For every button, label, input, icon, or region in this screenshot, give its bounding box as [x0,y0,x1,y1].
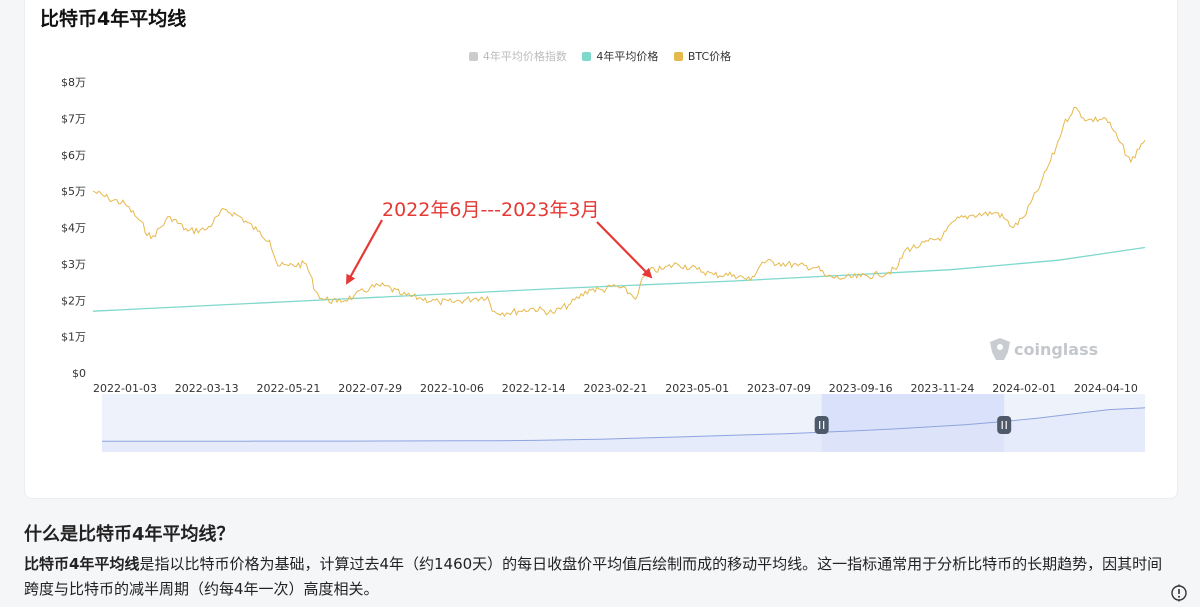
x-tick-label: 2022-03-13 [175,382,239,395]
x-tick-label: 2023-11-24 [910,382,974,395]
zoom-handle-right[interactable] [997,416,1012,434]
x-tick-label: 2022-07-29 [338,382,402,395]
y-axis: $0 $1万 $2万 $3万 $4万 $5万 $6万 $7万 $8万 [61,76,86,380]
series-line-btc [92,106,1146,318]
help-icon[interactable] [1170,584,1188,602]
zoom-handle-left[interactable] [814,416,829,434]
zoom-slider[interactable] [102,394,1146,452]
article-body: 是指以比特币价格为基础，计算过去4年（约1460天）的每日收盘价平均值后绘制而成… [24,555,1163,598]
y-tick-label: $6万 [61,149,86,162]
y-tick-label: $2万 [61,294,86,307]
y-tick-label: $5万 [61,185,86,198]
annotation-arrows [346,219,653,285]
annotation-arrow-right [596,221,653,279]
x-tick-label: 2023-07-09 [747,382,811,395]
x-tick-label: 2022-12-14 [502,382,566,395]
x-tick-label: 2022-10-06 [420,382,484,395]
y-tick-label: $3万 [61,258,86,271]
y-tick-label: $8万 [61,76,86,89]
watermark-text: coinglass [1014,340,1098,359]
series-line-4y-avg [92,246,1146,312]
x-tick-label: 2022-01-03 [93,382,157,395]
x-tick-label: 2022-05-21 [257,382,321,395]
x-tick-label: 2024-02-01 [992,382,1056,395]
y-tick-label: $7万 [61,112,86,125]
annotation-arrow-left [346,219,383,285]
coinglass-logo-icon [990,338,1010,360]
coinglass-watermark: coinglass [990,338,1098,360]
x-axis: 2022-01-03 2022-03-13 2022-05-21 2022-07-29… [93,382,1138,395]
y-tick-label: $0 [72,367,86,380]
article-term: 比特币4年平均线 [24,555,140,573]
annotation-label: 2022年6月---2023年3月 [382,199,599,221]
x-tick-label: 2024-04-10 [1074,382,1138,395]
article-paragraph: 比特币4年平均线是指以比特币价格为基础，计算过去4年（约1460天）的每日收盘价… [24,552,1174,602]
y-tick-label: $1万 [61,331,86,344]
y-tick-label: $4万 [61,222,86,235]
section-heading: 什么是比特币4年平均线？ [24,524,235,545]
x-tick-label: 2023-05-01 [665,382,729,395]
chart-svg: $0$1万$2万$3万$4万$5万$6万$7万$8万 2022-01-03 202… [61,76,1146,452]
x-tick-label: 2023-02-21 [583,382,647,395]
x-tick-label: 2023-09-16 [829,382,893,395]
